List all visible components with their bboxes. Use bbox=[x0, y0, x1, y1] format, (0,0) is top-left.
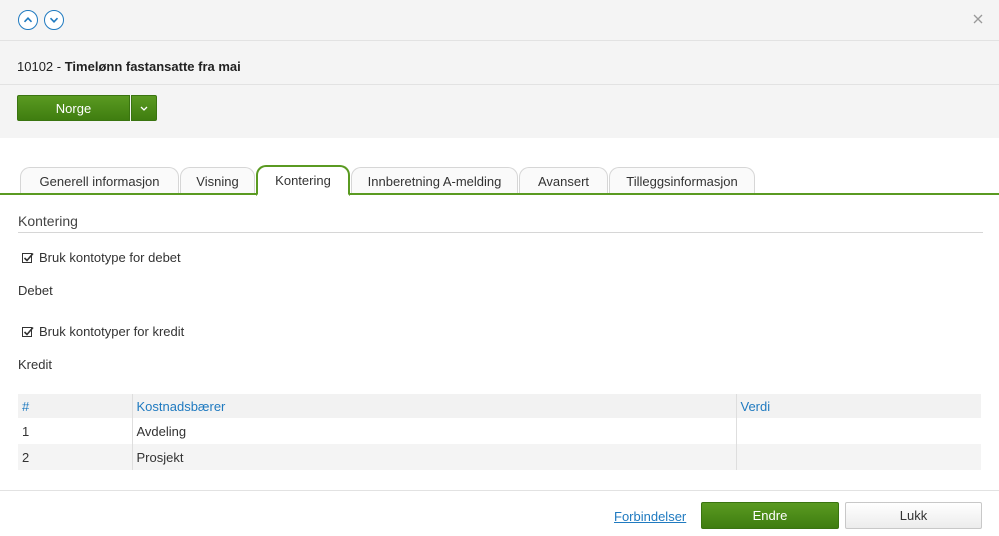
top-bar bbox=[0, 0, 999, 41]
table-cell: Prosjekt bbox=[132, 444, 737, 470]
tab-tilleggsinformasjon[interactable]: Tilleggsinformasjon bbox=[609, 167, 755, 195]
kredit-checkbox-row[interactable]: Bruk kontotyper for kredit bbox=[22, 324, 184, 339]
tab-generell-informasjon[interactable]: Generell informasjon bbox=[20, 167, 179, 195]
table-row[interactable]: 1 Avdeling bbox=[18, 418, 981, 444]
column-header-number[interactable]: # bbox=[18, 394, 133, 418]
title-separator: - bbox=[53, 59, 65, 74]
kredit-label: Kredit bbox=[18, 357, 52, 372]
debet-label: Debet bbox=[18, 283, 53, 298]
section-divider bbox=[18, 232, 983, 233]
chevron-up-icon bbox=[23, 17, 33, 23]
country-button[interactable]: Norge bbox=[17, 95, 130, 121]
cost-carrier-table: # Kostnadsbærer Verdi 1 Avdeling 2 Prosj… bbox=[18, 394, 981, 470]
forbindelser-link[interactable]: Forbindelser bbox=[614, 509, 686, 524]
column-header-kostnadsbaerer[interactable]: Kostnadsbærer bbox=[132, 394, 737, 418]
table-cell[interactable] bbox=[736, 444, 981, 470]
next-record-button[interactable] bbox=[44, 10, 64, 30]
endre-button[interactable]: Endre bbox=[701, 502, 839, 529]
lukk-button[interactable]: Lukk bbox=[845, 502, 982, 529]
tab-avansert[interactable]: Avansert bbox=[519, 167, 608, 195]
checkbox-checked-icon[interactable] bbox=[22, 252, 34, 264]
checkbox-checked-icon[interactable] bbox=[22, 326, 34, 338]
section-title: Kontering bbox=[18, 213, 78, 229]
table-header-row: # Kostnadsbærer Verdi bbox=[18, 394, 981, 418]
close-icon[interactable] bbox=[971, 12, 985, 26]
debet-checkbox-label: Bruk kontotype for debet bbox=[39, 250, 181, 265]
previous-record-button[interactable] bbox=[18, 10, 38, 30]
tab-kontering[interactable]: Kontering bbox=[256, 165, 350, 196]
table-cell: Avdeling bbox=[132, 418, 737, 444]
table-cell[interactable] bbox=[736, 418, 981, 444]
record-id: 10102 bbox=[17, 59, 54, 74]
column-header-verdi[interactable]: Verdi bbox=[736, 394, 981, 418]
table-cell: 2 bbox=[18, 444, 133, 470]
tab-bar: Generell informasjon Visning Kontering I… bbox=[0, 163, 999, 196]
footer-bar: Forbindelser Endre Lukk bbox=[0, 490, 999, 536]
table-row[interactable]: 2 Prosjekt bbox=[18, 444, 981, 470]
kredit-checkbox-label: Bruk kontotyper for kredit bbox=[39, 324, 185, 339]
record-title: 10102 - Timelønn fastansatte fra mai bbox=[0, 41, 999, 85]
record-name: Timelønn fastansatte fra mai bbox=[64, 59, 241, 74]
table-cell: 1 bbox=[18, 418, 133, 444]
tab-visning[interactable]: Visning bbox=[180, 167, 255, 195]
tab-underline bbox=[0, 193, 999, 195]
chevron-down-icon bbox=[49, 17, 59, 23]
debet-checkbox-row[interactable]: Bruk kontotype for debet bbox=[22, 250, 181, 265]
chevron-down-icon bbox=[140, 106, 148, 111]
action-bar: Norge bbox=[0, 85, 999, 138]
country-dropdown-button[interactable] bbox=[131, 95, 157, 121]
tab-innberetning-a-melding[interactable]: Innberetning A-melding bbox=[351, 167, 518, 195]
